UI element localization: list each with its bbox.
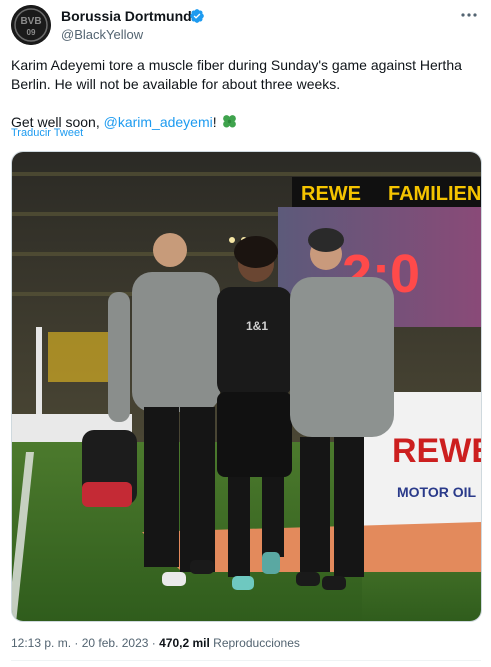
tweet-date[interactable]: 20 feb. 2023	[82, 636, 149, 650]
views-label: Reproducciones	[209, 636, 300, 650]
tweet-line-2-suffix: !	[212, 114, 221, 130]
author-name[interactable]: Borussia Dortmund	[61, 8, 192, 24]
meta-separator: ·	[148, 636, 160, 650]
translate-tweet-link[interactable]: Traducir Tweet	[11, 127, 83, 139]
bvb-logo-icon: BVB 09	[11, 5, 51, 45]
avatar[interactable]: BVB 09	[11, 5, 51, 45]
tweet-text: Karim Adeyemi tore a muscle fiber during…	[11, 56, 481, 132]
tweet-time[interactable]: 12:13 p. m.	[11, 636, 71, 650]
clover-icon	[222, 115, 236, 128]
meta-separator: ·	[71, 636, 82, 650]
author-handle[interactable]: @BlackYellow	[61, 27, 143, 42]
tweet-line-1: Karim Adeyemi tore a muscle fiber during…	[11, 57, 462, 92]
ad-brand-text: REWE	[392, 432, 482, 470]
divider	[11, 660, 481, 661]
view-count: 470,2 mil	[159, 636, 210, 650]
tweet-meta: 12:13 p. m. · 20 feb. 2023 · 470,2 mil R…	[11, 636, 300, 650]
mention-link[interactable]: @karim_adeyemi	[104, 114, 213, 130]
more-options-icon[interactable]	[459, 5, 479, 25]
tweet-header: BVB 09 Borussia Dortmund @BlackYellow	[11, 5, 481, 45]
ad-sub-text: MOTOR OIL	[397, 484, 477, 500]
verified-badge-icon	[190, 9, 204, 23]
svg-text:09: 09	[27, 28, 36, 37]
shirt-sponsor-text: 1&1	[246, 319, 268, 333]
svg-text:BVB: BVB	[20, 16, 41, 27]
tweet-photo[interactable]: REWE FAMILIEN 2:0 REWE MOTOR OIL	[11, 151, 482, 622]
board-left-text: REWE	[301, 183, 361, 205]
photo-scene: REWE FAMILIEN 2:0 REWE MOTOR OIL	[12, 152, 482, 621]
board-right-text: FAMILIEN	[388, 183, 481, 205]
